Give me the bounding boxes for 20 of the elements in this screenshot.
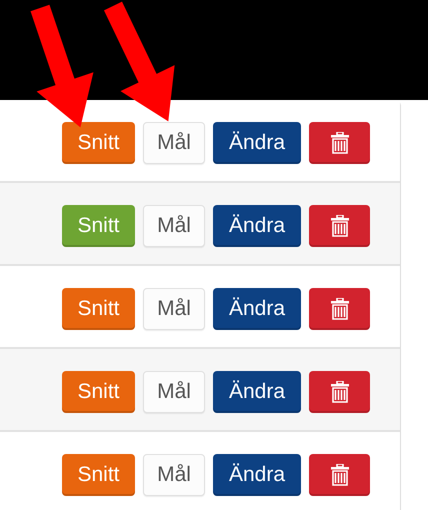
delete-button[interactable]: [309, 371, 370, 413]
mal-button[interactable]: Mål: [143, 371, 205, 413]
edit-button[interactable]: Ändra: [213, 454, 301, 496]
delete-button[interactable]: [309, 288, 370, 330]
mal-button[interactable]: Mål: [143, 288, 205, 330]
trash-icon: [330, 215, 350, 237]
edit-button[interactable]: Ändra: [213, 122, 301, 164]
edit-button[interactable]: Ändra: [213, 288, 301, 330]
edit-button[interactable]: Ändra: [213, 205, 301, 247]
trash-icon: [330, 464, 350, 486]
mal-button[interactable]: Mål: [143, 205, 205, 247]
mal-button[interactable]: Mål: [143, 454, 205, 496]
mal-button[interactable]: Mål: [143, 122, 205, 164]
delete-button[interactable]: [309, 122, 370, 164]
trash-icon: [330, 132, 350, 154]
edit-button[interactable]: Ändra: [213, 371, 301, 413]
delete-button[interactable]: [309, 454, 370, 496]
trash-icon: [330, 381, 350, 403]
delete-button[interactable]: [309, 205, 370, 247]
trash-icon: [330, 298, 350, 320]
